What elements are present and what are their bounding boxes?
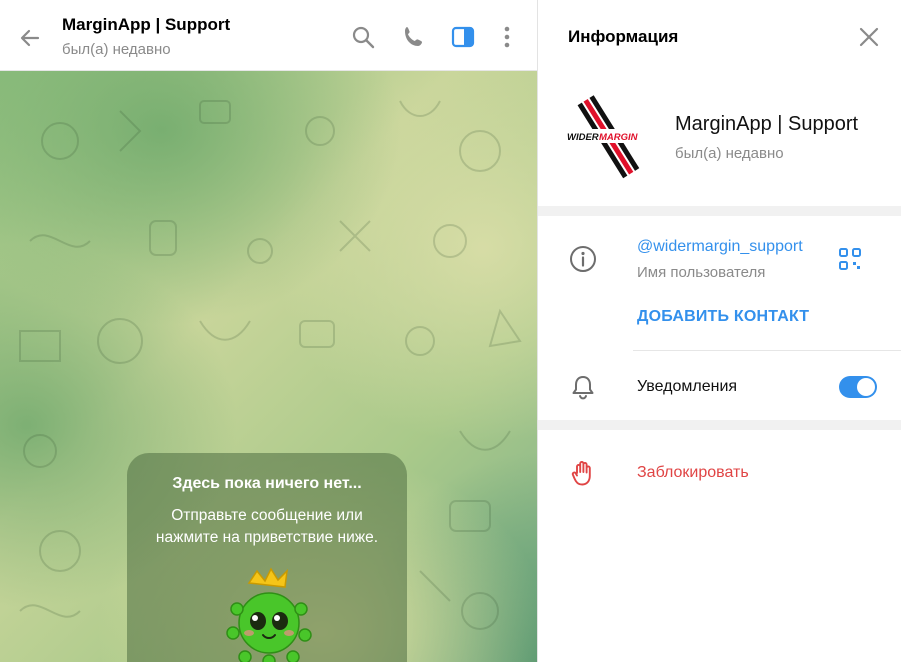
toggle-knob (857, 378, 875, 396)
info-panel: Информация WIDER MARGIN MarginApp | Supp… (537, 0, 901, 662)
section-separator (538, 420, 901, 430)
username-link[interactable]: @widermargin_support (637, 238, 803, 256)
chat-panel: MarginApp | Support был(а) недавно Здесь… (0, 0, 537, 662)
back-arrow-icon[interactable] (16, 24, 44, 52)
chat-header: MarginApp | Support был(а) недавно (0, 0, 537, 71)
close-icon[interactable] (856, 24, 882, 50)
search-icon[interactable] (350, 24, 376, 50)
greeting-sticker[interactable] (219, 561, 319, 662)
info-icon (570, 246, 596, 272)
block-button[interactable]: Заблокировать (637, 464, 749, 482)
chat-wallpaper: Здесь пока ничего нет... Отправьте сообщ… (0, 71, 537, 662)
profile-name: MarginApp | Support (675, 113, 859, 135)
empty-chat-card: Здесь пока ничего нет... Отправьте сообщ… (127, 453, 407, 662)
phone-icon[interactable] (401, 24, 427, 50)
profile-status: был(а) недавно (675, 145, 784, 162)
bell-icon (572, 376, 594, 400)
avatar[interactable]: WIDER MARGIN (563, 92, 653, 182)
empty-chat-text: Отправьте сообщение или нажмите на приве… (155, 507, 379, 546)
svg-text:WIDER: WIDER (567, 132, 599, 143)
qr-code-icon[interactable] (837, 246, 863, 272)
section-separator (538, 206, 901, 216)
svg-text:MARGIN: MARGIN (599, 132, 639, 143)
row-divider (633, 350, 901, 351)
chat-status: был(а) недавно (62, 41, 171, 58)
notifications-label: Уведомления (637, 378, 738, 395)
more-vertical-icon[interactable] (494, 24, 520, 50)
empty-chat-title: Здесь пока ничего нет... (172, 475, 362, 492)
add-contact-button[interactable]: ДОБАВИТЬ КОНТАКТ (637, 308, 809, 326)
info-panel-title: Информация (568, 27, 679, 46)
notifications-toggle[interactable] (839, 376, 877, 398)
widermargin-logo-icon: WIDER MARGIN (566, 95, 650, 179)
sidebar-panel-icon[interactable] (450, 24, 476, 50)
block-hand-icon (571, 461, 591, 486)
chat-title[interactable]: MarginApp | Support (62, 15, 230, 35)
username-label: Имя пользователя (637, 264, 766, 281)
